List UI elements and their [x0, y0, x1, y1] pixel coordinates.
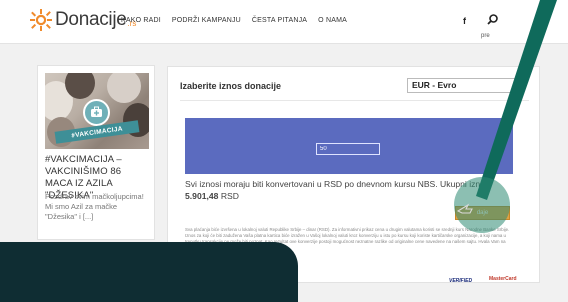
amount-input[interactable]	[316, 143, 380, 155]
facebook-icon[interactable]: f	[463, 16, 466, 26]
nav-cesta-pitanja[interactable]: ČESTA PITANJA	[252, 17, 307, 24]
site-header: Donacije .rs KAKO RADI PODRŽI KAMPANJU Č…	[0, 0, 568, 44]
profile-link[interactable]: pre	[481, 33, 490, 39]
conversion-info: Svi iznosi moraju biti konvertovani u RS…	[185, 179, 490, 189]
currency-select[interactable]: EUR - Evro	[407, 78, 521, 93]
donate-button-label: daje	[476, 210, 489, 216]
sun-logo-icon	[30, 9, 52, 31]
campaign-description: Pozdrav svim mačkoljupcima! Mi smo Azil …	[45, 192, 144, 221]
nav-kako-radi[interactable]: KAKO RADI	[121, 17, 161, 24]
medical-kit-icon	[83, 99, 110, 126]
converted-currency: RSD	[220, 191, 239, 201]
footer-dark-overlay	[0, 242, 298, 302]
nav-podrzi-kampanju[interactable]: PODRŽI KAMPANJU	[172, 17, 241, 24]
converted-total: 5.901,48 RSD	[185, 191, 239, 201]
verified-by-visa-logo: VERIFIED	[449, 278, 473, 284]
campaign-card[interactable]: #VAKCIMACIJA #VAKCIMACIJA – VAKCINIŠIMO …	[37, 65, 155, 240]
search-icon[interactable]	[487, 14, 498, 25]
converted-amount: 5.901,48	[185, 191, 219, 201]
donate-button[interactable]: daje	[455, 206, 510, 220]
main-nav: KAKO RADI PODRŽI KAMPANJU ČESTA PITANJA …	[121, 17, 347, 24]
logo-wordmark: Donacije	[55, 9, 127, 30]
mastercard-logo: MasterCard	[489, 276, 517, 282]
campaign-image[interactable]: #VAKCIMACIJA	[45, 73, 149, 149]
nav-o-nama[interactable]: O NAMA	[318, 17, 347, 24]
donation-title: Izaberite iznos donacije	[180, 81, 282, 91]
amount-area	[185, 118, 513, 174]
divider	[180, 100, 529, 101]
